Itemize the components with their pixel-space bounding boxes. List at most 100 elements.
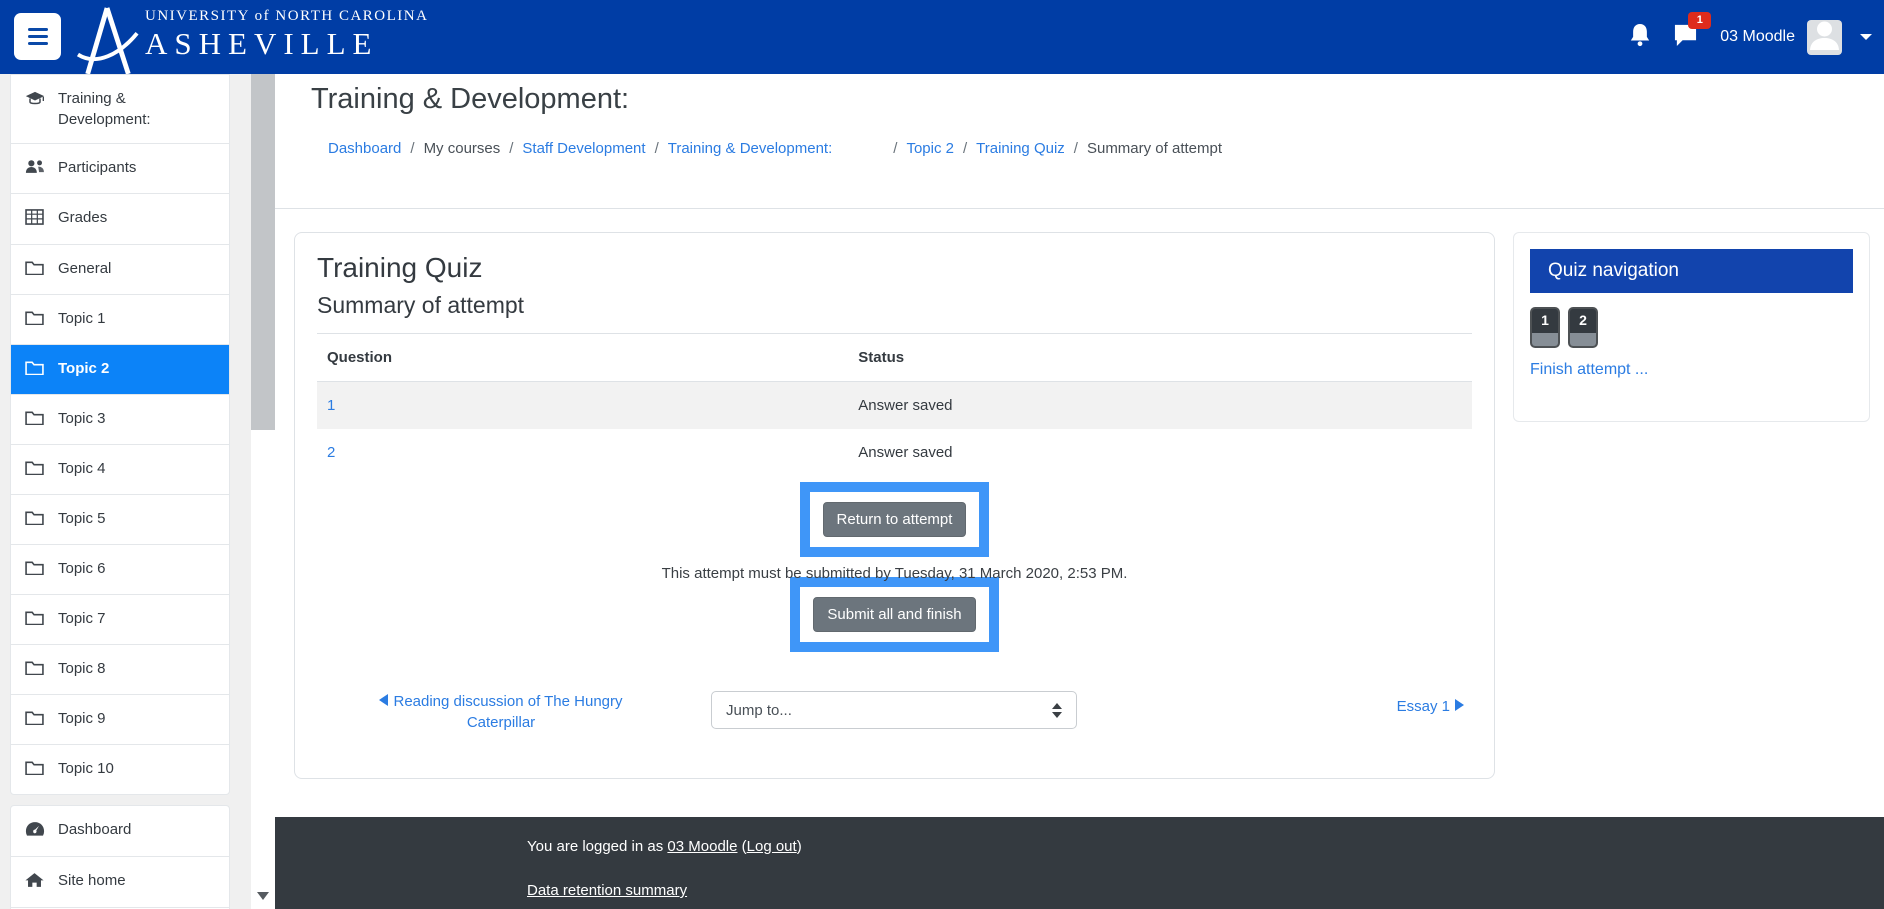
answer-saved-state: [1570, 333, 1596, 346]
column-header-question: Question: [317, 334, 848, 382]
breadcrumb-topic-2[interactable]: Topic 2: [906, 140, 954, 157]
sidebar-item-topic-3[interactable]: Topic 3: [11, 394, 229, 444]
question-1-status: Answer saved: [848, 382, 1472, 430]
drawer-scrollbar[interactable]: [251, 74, 275, 909]
sidebar-item-dashboard[interactable]: Dashboard: [11, 806, 229, 856]
folder-icon: [25, 358, 45, 381]
folder-icon: [25, 758, 45, 781]
select-arrows-icon: [1052, 703, 1062, 718]
message-count-badge: 1: [1688, 12, 1711, 29]
jump-to-select[interactable]: Jump to...: [711, 691, 1077, 729]
sidebar-item-label: Topic 3: [58, 408, 106, 429]
sidebar-item-topic-10[interactable]: Topic 10: [11, 744, 229, 794]
sidebar-item-participants[interactable]: Participants: [11, 143, 229, 193]
sidebar-item-label: Topic 4: [58, 458, 106, 479]
return-to-attempt-button[interactable]: Return to attempt: [823, 502, 967, 537]
folder-icon: [25, 558, 45, 581]
sidebar-item-site-home[interactable]: Site home: [11, 856, 229, 907]
sidebar-item-topic-2[interactable]: Topic 2: [11, 344, 229, 394]
folder-icon: [25, 258, 45, 281]
brand-line1: UNIVERSITY of NORTH CAROLINA: [145, 8, 428, 25]
question-1-link[interactable]: 1: [327, 397, 335, 414]
sidebar-item-label: Grades: [58, 207, 107, 228]
sidebar-item-topic-7[interactable]: Topic 7: [11, 594, 229, 644]
scrollbar-thumb[interactable]: [251, 74, 275, 430]
sidebar-item-label: Site home: [58, 870, 126, 891]
sidebar-item-label: Dashboard: [58, 819, 131, 840]
focus-highlight-box: Return to attempt: [800, 482, 990, 557]
breadcrumb-summary-of-attempt: Summary of attempt: [1087, 140, 1222, 157]
folder-icon: [25, 508, 45, 531]
sidebar-item-general[interactable]: General: [11, 244, 229, 294]
sidebar-item-label: Topic 1: [58, 308, 106, 329]
user-menu-caret-icon[interactable]: [1860, 34, 1872, 40]
site-footer: You are logged in as 03 Moodle (Log out)…: [275, 817, 1884, 909]
breadcrumb: Dashboard / My courses / Staff Developme…: [328, 140, 1222, 157]
quiz-nav-question-2-button[interactable]: 2: [1568, 307, 1598, 348]
sidebar-item-topic-4[interactable]: Topic 4: [11, 444, 229, 494]
hamburger-menu-button[interactable]: [14, 13, 61, 60]
top-navbar: UNIVERSITY of NORTH CAROLINA ASHEVILLE: [0, 0, 1884, 74]
quiz-title: Training Quiz: [317, 251, 1472, 285]
navbar-right-cluster: 1 03 Moodle: [1623, 0, 1872, 74]
sidebar-item-label: Topic 8: [58, 658, 106, 679]
quiz-nav-question-1-button[interactable]: 1: [1530, 307, 1560, 348]
folder-icon: [25, 458, 45, 481]
scroll-down-arrow-icon[interactable]: [257, 892, 269, 900]
jump-to-value: Jump to...: [726, 702, 792, 719]
folder-icon: [25, 408, 45, 431]
site-nav-card: Dashboard Site home Calendar: [10, 805, 230, 909]
next-activity-link[interactable]: Essay 1: [1397, 698, 1464, 715]
deadline-text: This attempt must be submitted by Tuesda…: [317, 565, 1472, 583]
logout-link[interactable]: Log out: [747, 838, 797, 855]
finish-attempt-link[interactable]: Finish attempt ...: [1530, 361, 1648, 379]
sidebar-item-topic-9[interactable]: Topic 9: [11, 694, 229, 744]
notifications-button[interactable]: [1623, 17, 1657, 58]
nav-drawer: Training & Development: Participants Gra…: [0, 74, 251, 909]
breadcrumb-staff-development[interactable]: Staff Development: [522, 140, 645, 157]
messages-button[interactable]: 1: [1667, 17, 1704, 58]
grades-grid-icon: [25, 207, 45, 231]
sidebar-item-topic-1[interactable]: Topic 1: [11, 294, 229, 344]
next-arrow-icon: [1455, 699, 1464, 711]
sidebar-item-label: General: [58, 258, 111, 279]
sidebar-item-label: Topic 7: [58, 608, 106, 629]
brand-logo[interactable]: UNIVERSITY of NORTH CAROLINA ASHEVILLE: [77, 0, 428, 74]
question-2-link[interactable]: 2: [327, 444, 335, 461]
prev-arrow-icon: [379, 694, 388, 706]
sidebar-item-label: Training & Development:: [58, 88, 215, 130]
users-icon: [25, 157, 45, 180]
breadcrumb-training-quiz[interactable]: Training Quiz: [976, 140, 1065, 157]
sidebar-item-label: Topic 9: [58, 708, 106, 729]
quiz-navigation-title: Quiz navigation: [1530, 249, 1853, 293]
column-header-status: Status: [848, 334, 1472, 382]
brand-line2: ASHEVILLE: [145, 26, 428, 62]
sidebar-item-topic-6[interactable]: Topic 6: [11, 544, 229, 594]
bell-icon: [1629, 23, 1651, 52]
sidebar-item-label: Participants: [58, 157, 136, 178]
sidebar-item-topic-5[interactable]: Topic 5: [11, 494, 229, 544]
hamburger-icon: [28, 28, 48, 31]
user-avatar[interactable]: [1807, 20, 1842, 55]
dashboard-icon: [25, 819, 45, 843]
submit-all-and-finish-button[interactable]: Submit all and finish: [813, 597, 975, 632]
main-content: Training & Development: Dashboard / My c…: [275, 74, 1884, 909]
breadcrumb-dashboard[interactable]: Dashboard: [328, 140, 401, 157]
avatar-icon: [1807, 20, 1842, 55]
sidebar-item-topic-8[interactable]: Topic 8: [11, 644, 229, 694]
activity-navigation: Reading discussion of The Hungry Caterpi…: [295, 688, 1494, 752]
answer-saved-state: [1532, 333, 1558, 346]
page-title: Training & Development:: [311, 83, 629, 116]
sidebar-item-grades[interactable]: Grades: [11, 193, 229, 244]
moodle-page: UNIVERSITY of NORTH CAROLINA ASHEVILLE: [0, 0, 1884, 909]
previous-activity-link[interactable]: Reading discussion of The Hungry Caterpi…: [365, 691, 637, 733]
breadcrumb-training-development[interactable]: Training & Development:: [668, 140, 833, 157]
home-icon: [25, 870, 45, 894]
question-2-status: Answer saved: [848, 429, 1472, 476]
folder-icon: [25, 708, 45, 731]
footer-profile-link[interactable]: 03 Moodle: [667, 838, 737, 855]
sidebar-item-label: Topic 2: [58, 358, 109, 379]
quiz-subtitle: Summary of attempt: [317, 291, 1472, 319]
sidebar-item-training-development[interactable]: Training & Development:: [11, 75, 229, 143]
data-retention-summary-link[interactable]: Data retention summary: [527, 882, 687, 899]
